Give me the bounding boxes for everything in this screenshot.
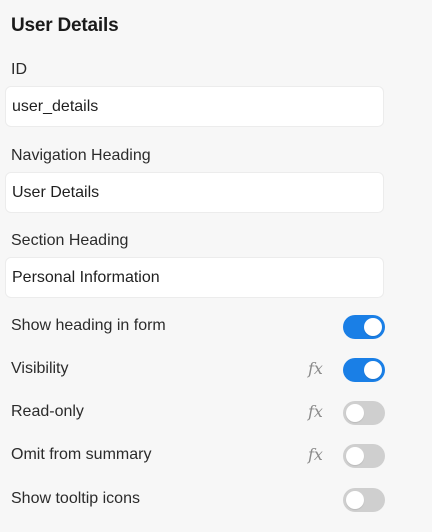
toggle-knob <box>346 491 364 509</box>
toggle-row-read-only: Read-only 𝑓x <box>0 398 432 428</box>
id-input[interactable] <box>5 86 384 127</box>
visibility-label: Visibility <box>11 360 69 377</box>
omit-summary-toggle[interactable] <box>343 444 385 468</box>
toggle-knob <box>364 361 382 379</box>
toggle-knob <box>346 404 364 422</box>
visibility-fx-icon[interactable]: 𝑓x <box>308 359 328 379</box>
toggle-row-visibility: Visibility 𝑓x <box>0 355 432 385</box>
tooltip-icons-toggle[interactable] <box>343 488 385 512</box>
toggle-row-show-heading: Show heading in form <box>0 312 432 342</box>
tooltip-icons-label: Show tooltip icons <box>11 490 140 507</box>
toggle-knob <box>364 318 382 336</box>
panel-title: User Details <box>11 15 119 36</box>
read-only-fx-icon[interactable]: 𝑓x <box>308 402 328 422</box>
omit-summary-fx-icon[interactable]: 𝑓x <box>308 445 328 465</box>
user-details-panel: User Details ID Navigation Heading Secti… <box>0 0 432 532</box>
section-heading-input[interactable] <box>5 257 384 298</box>
toggle-row-tooltip-icons: Show tooltip icons <box>0 485 432 515</box>
navigation-heading-input[interactable] <box>5 172 384 213</box>
visibility-toggle[interactable] <box>343 358 385 382</box>
toggle-row-omit-summary: Omit from summary 𝑓x <box>0 441 432 471</box>
read-only-label: Read-only <box>11 403 84 420</box>
section-heading-label: Section Heading <box>11 232 129 249</box>
toggle-knob <box>346 447 364 465</box>
show-heading-label: Show heading in form <box>11 317 166 334</box>
show-heading-toggle[interactable] <box>343 315 385 339</box>
id-label: ID <box>11 61 27 78</box>
omit-summary-label: Omit from summary <box>11 446 152 463</box>
read-only-toggle[interactable] <box>343 401 385 425</box>
navigation-heading-label: Navigation Heading <box>11 147 151 164</box>
